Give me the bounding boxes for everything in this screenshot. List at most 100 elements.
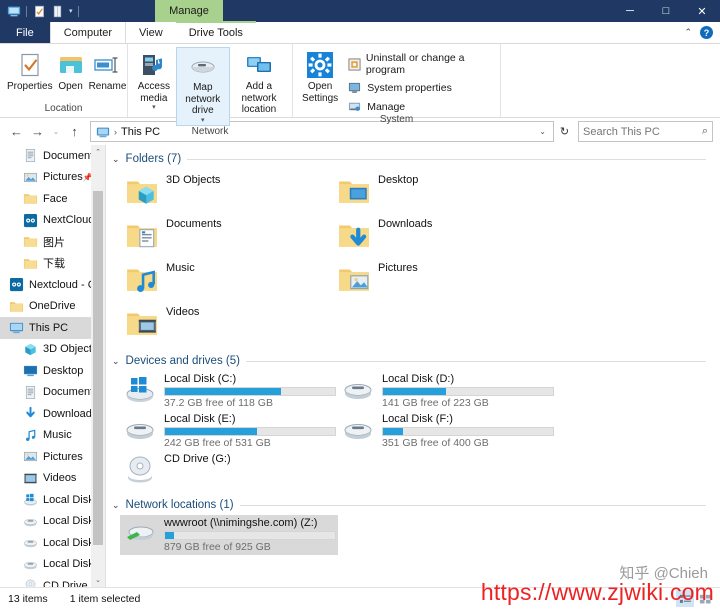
this-pc-icon[interactable]: [6, 4, 21, 19]
cd-drive-icon: [122, 453, 158, 487]
sidebar-item-[interactable]: 图片: [0, 231, 91, 253]
search-input[interactable]: Search This PC ⌕: [578, 121, 713, 142]
scroll-down-arrow[interactable]: ⌄: [91, 573, 105, 587]
system-properties-item[interactable]: System properties: [347, 80, 494, 95]
search-icon[interactable]: ⌕: [702, 125, 708, 138]
folder-tile[interactable]: Pictures: [334, 257, 546, 301]
manage-item[interactable]: Manage: [347, 99, 494, 114]
folder-name: Videos: [166, 306, 199, 318]
folder-tile[interactable]: Music: [122, 257, 334, 301]
close-button[interactable]: ✕: [684, 0, 720, 22]
tab-file[interactable]: File: [0, 22, 50, 43]
sidebar-item-cd-drive-g[interactable]: CD Drive (G:): [0, 575, 91, 587]
folder-tile[interactable]: 3D Objects: [122, 169, 334, 213]
sidebar-item-nextcloud[interactable]: NextCloud: [0, 210, 91, 232]
sidebar-item-documents[interactable]: Documents: [0, 382, 91, 404]
ribbon-group-location: Properties Open Rename Location: [0, 44, 127, 117]
folder-tile[interactable]: Videos: [122, 301, 334, 345]
sidebar-item-videos[interactable]: Videos: [0, 468, 91, 490]
uninstall-program-label: Uninstall or change a program: [366, 52, 494, 76]
sidebar-item-local-disk-f[interactable]: Local Disk (F:): [0, 554, 91, 576]
navigation-scrollbar[interactable]: ⌃ ⌄: [91, 145, 105, 587]
sidebar-item-documents[interactable]: Documents📌: [0, 145, 91, 167]
drives-tile-list: Local Disk (C:)37.2 GB free of 118 GBLoc…: [106, 371, 720, 489]
minimize-button[interactable]: ─: [612, 0, 648, 22]
sidebar-item-music[interactable]: Music: [0, 425, 91, 447]
up-button[interactable]: ↑: [65, 122, 84, 142]
rename-icon: [93, 50, 121, 80]
open-settings-button[interactable]: Open Settings: [299, 47, 341, 104]
drive-tile[interactable]: CD Drive (G:): [120, 451, 338, 489]
sidebar-item-downloads[interactable]: Downloads: [0, 403, 91, 425]
drive-tile[interactable]: Local Disk (F:)351 GB free of 400 GB: [338, 411, 556, 451]
network-tile-list: wwwroot (\\nimingshe.com) (Z:)879 GB fre…: [106, 515, 720, 555]
map-network-drive-caret-icon[interactable]: ▾: [201, 117, 205, 125]
sidebar-item-this-pc[interactable]: This PC: [0, 317, 91, 339]
refresh-button[interactable]: ↻: [556, 121, 573, 142]
group-header-devices[interactable]: ⌄ Devices and drives (5): [106, 351, 720, 371]
nextcloud-icon: [8, 277, 24, 293]
sidebar-item-desktop[interactable]: Desktop: [0, 360, 91, 382]
map-network-drive-button[interactable]: Map network drive ▾: [176, 47, 230, 126]
drive-tile[interactable]: Local Disk (C:)37.2 GB free of 118 GB: [120, 371, 338, 411]
add-network-location-button[interactable]: Add a network location: [232, 47, 286, 116]
onedrive-folder-icon: [8, 298, 24, 314]
windows-drive-icon: [122, 373, 158, 407]
sidebar-item-[interactable]: 下载: [0, 253, 91, 275]
sidebar-item-face[interactable]: Face: [0, 188, 91, 210]
drive-tile[interactable]: wwwroot (\\nimingshe.com) (Z:)879 GB fre…: [120, 515, 338, 555]
sidebar-item-local-disk-e[interactable]: Local Disk (E:): [0, 532, 91, 554]
contextual-tab-header[interactable]: Manage: [155, 0, 223, 22]
chevron-down-icon[interactable]: ⌄: [112, 500, 120, 511]
rename-button[interactable]: Rename: [88, 47, 128, 93]
sidebar-item-onedrive[interactable]: OneDrive: [0, 296, 91, 318]
drive-tile[interactable]: Local Disk (D:)141 GB free of 223 GB: [338, 371, 556, 411]
manage-computer-icon: [347, 99, 362, 114]
pictures-icon: [22, 169, 38, 185]
sidebar-item-local-disk-c[interactable]: Local Disk (C:): [0, 489, 91, 511]
sidebar-item-label: Videos: [43, 472, 76, 484]
collapse-ribbon-icon[interactable]: ⌃: [684, 27, 692, 38]
sidebar-item-pictures[interactable]: Pictures: [0, 446, 91, 468]
tab-view[interactable]: View: [126, 22, 176, 43]
help-icon[interactable]: ?: [700, 26, 713, 39]
large-icons-view-icon[interactable]: [696, 590, 714, 607]
access-media-button[interactable]: Access media ▾: [134, 47, 174, 112]
folder-tile-body: Music: [166, 261, 195, 274]
tab-drive-tools[interactable]: Drive Tools: [176, 22, 256, 43]
sidebar-item-local-disk-d[interactable]: Local Disk (D:): [0, 511, 91, 533]
scroll-up-arrow[interactable]: ⌃: [91, 145, 105, 159]
desktop-icon: [22, 363, 38, 379]
folder-tile-body: Downloads: [378, 217, 432, 230]
chevron-down-icon[interactable]: ⌄: [112, 154, 120, 165]
properties-button[interactable]: Properties: [6, 47, 54, 93]
scrollbar-thumb[interactable]: [93, 191, 103, 545]
folder-tile[interactable]: Desktop: [334, 169, 546, 213]
sidebar-item-3d-objects[interactable]: 3D Objects: [0, 339, 91, 361]
folder-name: Documents: [166, 218, 222, 230]
customize-caret-icon[interactable]: ▾: [69, 7, 73, 15]
folder-tile[interactable]: Downloads: [334, 213, 546, 257]
folder-tile[interactable]: Documents: [122, 213, 334, 257]
group-header-folders[interactable]: ⌄ Folders (7): [106, 149, 720, 169]
uninstall-program-item[interactable]: Uninstall or change a program: [347, 52, 494, 76]
group-header-network[interactable]: ⌄ Network locations (1): [106, 495, 720, 515]
recent-locations-button[interactable]: ⌄: [49, 122, 63, 142]
chevron-down-icon[interactable]: ⌄: [112, 356, 120, 367]
maximize-button[interactable]: □: [648, 0, 684, 22]
tab-computer[interactable]: Computer: [50, 22, 126, 43]
access-media-caret-icon[interactable]: ▾: [152, 104, 156, 112]
folders-tile-list: 3D ObjectsDesktop Documents Downloads Music…: [106, 169, 720, 345]
sidebar-item-pictures[interactable]: Pictures📌: [0, 167, 91, 189]
breadcrumb-dropdown-icon[interactable]: ⌄: [539, 127, 550, 136]
folder-name: Music: [166, 262, 195, 274]
new-folder-icon[interactable]: [50, 4, 65, 19]
details-view-icon[interactable]: [676, 590, 694, 607]
drive-tile[interactable]: Local Disk (E:)242 GB free of 531 GB: [120, 411, 338, 451]
open-button[interactable]: Open: [56, 47, 86, 93]
back-button[interactable]: ←: [7, 122, 26, 142]
forward-button[interactable]: →: [28, 122, 47, 142]
sidebar-item-nextcloud-chieh[interactable]: Nextcloud - Chieh: [0, 274, 91, 296]
ribbon-group-system-label: System: [295, 114, 498, 128]
properties-icon[interactable]: [32, 4, 47, 19]
